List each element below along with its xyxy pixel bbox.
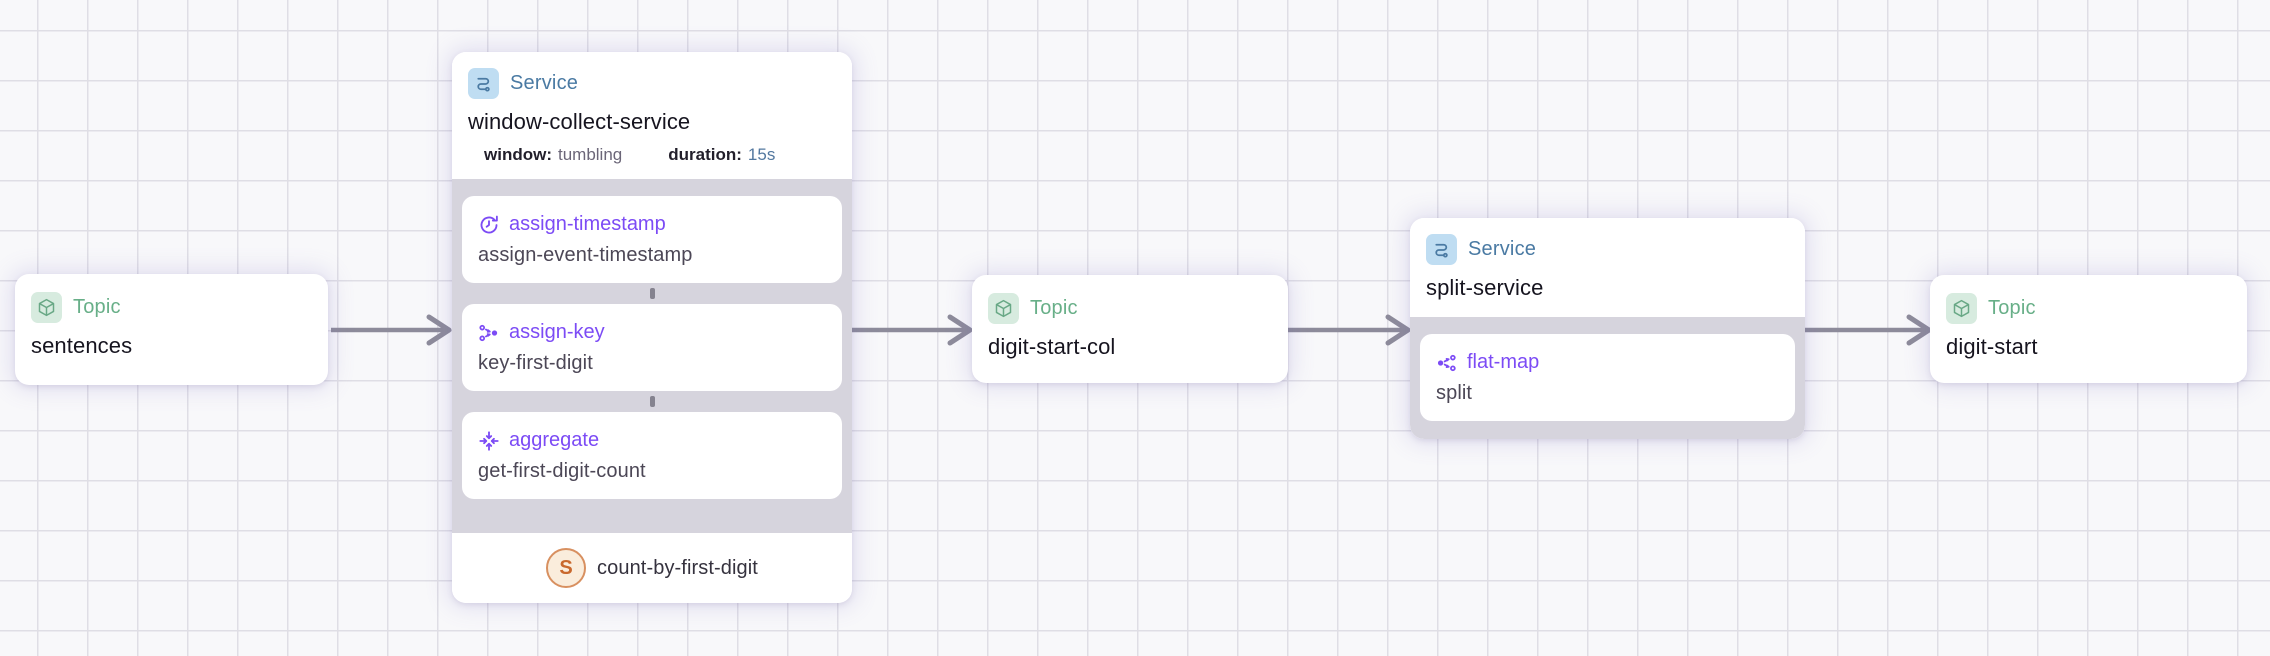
route-icon [1426, 234, 1457, 265]
service-params: window: tumbling duration: 15s [484, 145, 836, 165]
param-duration: duration: 15s [668, 145, 775, 165]
clock-rotate-icon [478, 214, 500, 236]
step-connector [650, 288, 655, 299]
cube-icon [1946, 293, 1977, 324]
converge-icon [478, 430, 500, 452]
split-icon [1436, 352, 1458, 374]
param-window: window: tumbling [484, 145, 622, 165]
step-name: split [1436, 380, 1779, 407]
service-node-split-service[interactable]: Service split-service flat-map split [1410, 218, 1805, 439]
edge-split-service-to-digit-start [1805, 317, 1929, 343]
step-name: assign-event-timestamp [478, 242, 826, 269]
topic-node-digit-start[interactable]: Topic digit-start [1930, 275, 2247, 383]
service-steps-container: assign-timestamp assign-event-timestamp … [452, 179, 852, 533]
param-label: window: [484, 145, 552, 165]
route-icon [468, 68, 499, 99]
service-steps-container: flat-map split [1410, 317, 1805, 439]
node-name: digit-start-col [988, 334, 1272, 360]
node-type-row: Topic [988, 293, 1272, 324]
step-type-label: assign-timestamp [509, 211, 666, 238]
step-type-label: aggregate [509, 427, 599, 454]
cube-icon [31, 292, 62, 323]
step-aggregate[interactable]: aggregate get-first-digit-count [462, 412, 842, 499]
node-name: sentences [31, 333, 312, 359]
step-type-label: flat-map [1467, 349, 1539, 376]
step-type-label: assign-key [509, 319, 605, 346]
pipeline-canvas[interactable]: Topic sentences Service window-collect-s… [0, 0, 2270, 656]
param-label: duration: [668, 145, 742, 165]
topic-node-sentences[interactable]: Topic sentences [15, 274, 328, 385]
step-assign-key[interactable]: assign-key key-first-digit [462, 304, 842, 391]
state-store-badge: S [546, 548, 586, 588]
node-type-row: Topic [1946, 293, 2231, 324]
node-name: digit-start [1946, 334, 2231, 360]
node-name: split-service [1426, 275, 1789, 301]
node-kind-label: Service [510, 72, 578, 95]
edge-window-collect-to-digit-start-col [852, 317, 970, 343]
cube-icon [988, 293, 1019, 324]
step-connector [650, 396, 655, 407]
param-value: tumbling [558, 145, 622, 165]
node-kind-label: Topic [1988, 297, 2036, 320]
node-kind-label: Topic [73, 296, 121, 319]
step-flat-map[interactable]: flat-map split [1420, 334, 1795, 421]
edge-sentences-to-window-collect [331, 317, 449, 343]
step-name: key-first-digit [478, 350, 826, 377]
param-value: 15s [748, 145, 775, 165]
node-kind-label: Service [1468, 238, 1536, 261]
service-node-window-collect-service[interactable]: Service window-collect-service window: t… [452, 52, 852, 603]
service-header: Service split-service [1410, 218, 1805, 317]
state-store-name: count-by-first-digit [597, 557, 758, 580]
state-store-row: S count-by-first-digit [452, 533, 852, 603]
step-name: get-first-digit-count [478, 458, 826, 485]
step-assign-timestamp[interactable]: assign-timestamp assign-event-timestamp [462, 196, 842, 283]
merge-icon [478, 322, 500, 344]
topic-node-digit-start-col[interactable]: Topic digit-start-col [972, 275, 1288, 383]
edge-digit-start-col-to-split-service [1288, 317, 1408, 343]
service-header: Service window-collect-service window: t… [452, 52, 852, 179]
node-name: window-collect-service [468, 109, 836, 135]
node-kind-label: Topic [1030, 297, 1078, 320]
node-type-row: Topic [31, 292, 312, 323]
